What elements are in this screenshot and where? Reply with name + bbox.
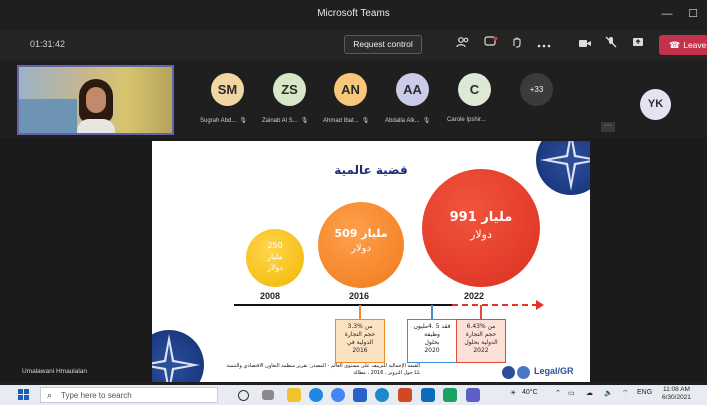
presenter-video	[77, 79, 115, 133]
maximize-button[interactable]: ☐	[681, 4, 705, 24]
windows-taskbar: ⌕ Type here to search ☀ 40°C ⌃ ▭ ☁ 🔈 ⌔ E…	[0, 385, 707, 405]
more-participants-badge[interactable]: +33	[520, 73, 553, 106]
slide-title: قضية عالمية	[334, 163, 408, 177]
chevron-up-icon[interactable]: ⌃	[555, 389, 561, 397]
search-icon: ⌕	[47, 390, 53, 400]
timeline-line	[234, 304, 452, 306]
value-bubble-2022: 991 مليار دولار	[422, 169, 540, 287]
source-note: القيمة الإجمالية للتزييف على مستوى العال…	[226, 363, 420, 376]
more-options-icon[interactable]	[535, 36, 553, 54]
legalgr-logo: Legal/GR	[502, 366, 582, 380]
camera-icon[interactable]	[576, 36, 594, 54]
weather-icon[interactable]: ☀	[510, 389, 516, 397]
mic-muted-icon: 🎙	[361, 118, 370, 124]
participant-name: Zainab Al S... 🎙	[262, 118, 309, 124]
participants-strip: SM ZS AN AA C +33 YK Sugrah Abd... 🎙 Zain…	[0, 62, 707, 138]
outlook-icon[interactable]	[421, 388, 435, 402]
self-video-tile[interactable]	[17, 65, 174, 135]
stat-box: 3.3% من حجم التجارة الدولية في 2016	[335, 319, 385, 363]
stat-box: فقد 5 .4مليون وظيفة بحلول 2020	[407, 319, 457, 363]
volume-icon[interactable]: 🔈	[604, 389, 613, 397]
participant-avatar[interactable]: ZS	[273, 73, 306, 106]
participant-avatar[interactable]: AN	[334, 73, 367, 106]
call-timer: 01:31:42	[30, 39, 66, 49]
participant-avatar[interactable]: AA	[396, 73, 429, 106]
file-explorer-icon[interactable]	[287, 388, 301, 402]
mic-muted-icon: 🎙	[300, 118, 309, 124]
year-label: 2008	[260, 291, 281, 301]
cortana-icon[interactable]	[238, 390, 249, 401]
task-view-icon[interactable]	[262, 390, 274, 400]
mic-muted-icon[interactable]	[602, 36, 620, 54]
windows-start-icon[interactable]	[18, 389, 30, 401]
value-bubble-2008: 250 مليار دولار	[246, 229, 304, 287]
language-indicator[interactable]: ENG	[637, 389, 652, 396]
compass-rose-icon	[152, 330, 204, 382]
wifi-icon[interactable]: ⌔	[622, 389, 629, 398]
battery-icon[interactable]: ▭	[568, 389, 575, 397]
call-toolbar: 01:31:42 Request control ☎ Leave	[0, 30, 707, 60]
participant-avatar[interactable]: C	[458, 73, 491, 106]
share-icon[interactable]	[629, 36, 647, 54]
edge-icon[interactable]	[309, 388, 323, 402]
shared-content-stage: قضية عالمية 250 مليار دولار 509 مليار دو…	[0, 138, 707, 382]
taskbar-clock[interactable]: 11:08 AM 6/30/2021	[662, 386, 691, 402]
mic-muted-icon: 🎙	[239, 118, 247, 124]
chrome-icon[interactable]	[331, 388, 345, 402]
participant-name: Ahmad Ibat... 🎙	[323, 118, 370, 124]
shared-slide: قضية عالمية 250 مليار دولار 509 مليار دو…	[152, 141, 590, 382]
teams-icon[interactable]	[466, 388, 480, 402]
temperature-label[interactable]: 40°C	[522, 389, 538, 396]
browser-icon[interactable]	[375, 388, 389, 402]
app-icon[interactable]	[443, 388, 457, 402]
year-label: 2016	[349, 291, 370, 301]
minimize-button[interactable]: —	[655, 4, 679, 24]
taskbar-search-input[interactable]: ⌕ Type here to search	[40, 387, 218, 403]
value-bubble-2016: 509 مليار دولار	[318, 202, 404, 288]
reactions-icon[interactable]	[508, 36, 526, 54]
participant-name: Carole Ipshir...	[447, 117, 486, 123]
window-title: Microsoft Teams	[317, 8, 390, 19]
chat-icon[interactable]	[482, 36, 500, 54]
tile-more-icon[interactable]: ···	[601, 122, 615, 132]
participant-name: Abdalla Alk... 🎙	[385, 118, 431, 124]
participant-avatar[interactable]: SM	[211, 73, 244, 106]
phone-icon: ☎	[669, 40, 681, 50]
participant-name: Sugrah Abd... 🎙	[200, 118, 247, 124]
request-control-button[interactable]: Request control	[344, 35, 422, 54]
word-icon[interactable]	[353, 388, 367, 402]
presenter-name: Umalawani Hmaulalan	[22, 368, 88, 375]
mic-muted-icon: 🎙	[422, 118, 431, 124]
powerpoint-icon[interactable]	[398, 388, 412, 402]
participant-avatar[interactable]: YK	[640, 89, 671, 120]
title-bar: Microsoft Teams — ☐	[0, 0, 707, 28]
participants-icon[interactable]	[454, 36, 472, 54]
year-label: 2022	[464, 291, 485, 301]
leave-button[interactable]: ☎ Leave	[659, 35, 707, 55]
leave-label: Leave	[683, 40, 707, 50]
arrow-right-icon	[536, 300, 544, 310]
timeline-projection-line	[452, 304, 538, 306]
stat-box: 6.43% من حجم التجارة الدولية بحلول 2022	[456, 319, 506, 363]
network-icon[interactable]: ☁	[586, 389, 593, 397]
teams-window: Microsoft Teams — ☐ 01:31:42 Request con…	[0, 0, 707, 405]
